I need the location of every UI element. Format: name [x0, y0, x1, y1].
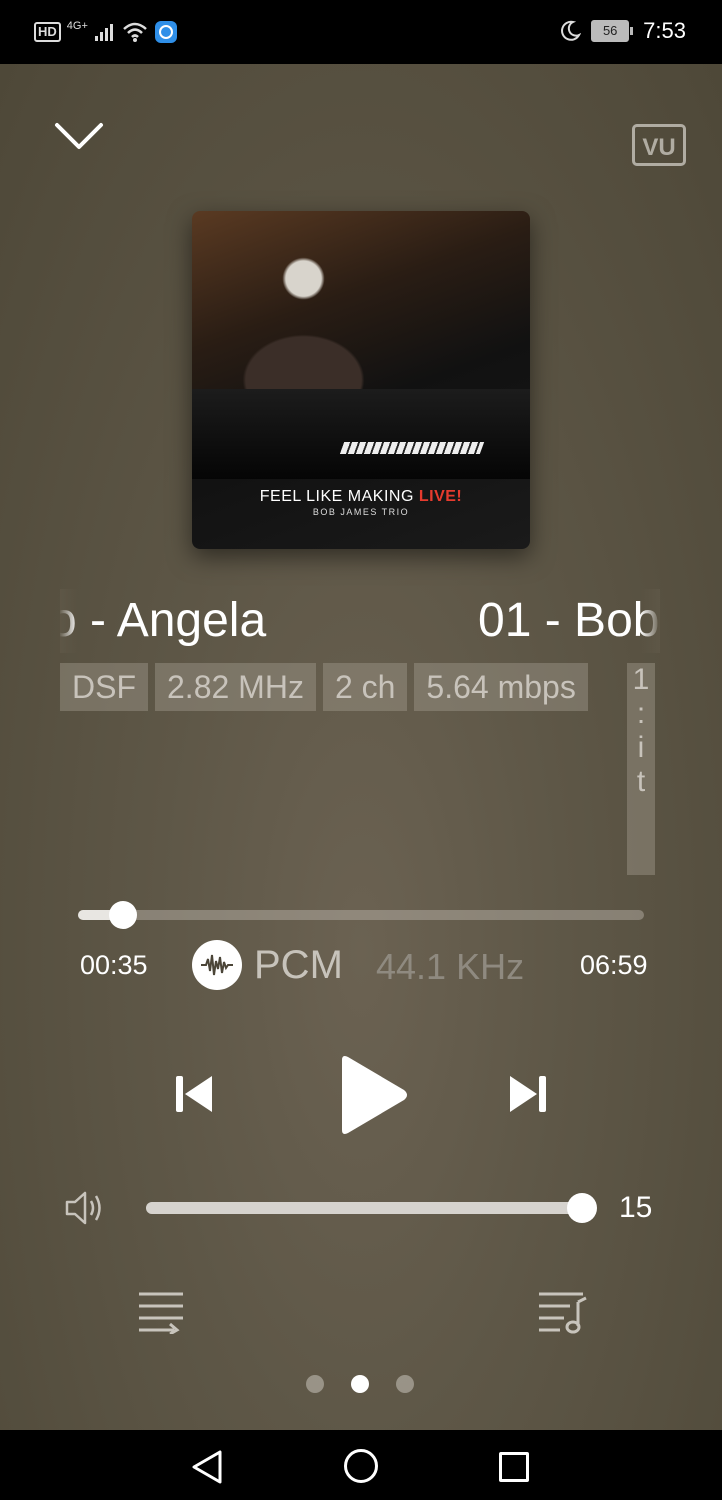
playlist-music-icon[interactable] [536, 1288, 588, 1334]
home-icon[interactable] [344, 1449, 378, 1483]
recent-apps-icon[interactable] [499, 1452, 529, 1482]
output-mode: PCM [192, 940, 343, 990]
app-notification-icon [154, 21, 177, 43]
output-sample-rate: 44.1 KHz [376, 946, 525, 987]
signal-icon [94, 24, 113, 41]
current-time: 00:35 [80, 950, 148, 980]
format-tag: 2 ch [322, 663, 408, 711]
hd-indicator: HD [34, 22, 61, 42]
track-title-marquee: o - Angela 01 - Bob [60, 589, 660, 653]
volume-level: 15 [619, 1191, 653, 1224]
seek-bar-thumb[interactable] [109, 901, 138, 929]
collapse-chevron-icon[interactable] [54, 122, 104, 152]
play-icon[interactable] [334, 1054, 410, 1136]
clock: 7:53 [643, 18, 686, 43]
back-icon[interactable] [190, 1449, 224, 1485]
volume-icon[interactable] [64, 1188, 108, 1228]
waveform-icon [192, 940, 242, 990]
album-cover: FEEL LIKE MAKING LIVE! BOB JAMES TRIO [192, 211, 530, 549]
battery-level: 56 [591, 20, 630, 42]
wifi-icon [123, 22, 147, 42]
vu-meter-button[interactable]: VU [632, 124, 686, 166]
duration: 06:59 [580, 950, 648, 980]
moon-icon [561, 20, 582, 41]
format-tag-overflow: 1 : i t [627, 663, 655, 875]
page-dot[interactable] [306, 1375, 324, 1393]
next-track-icon[interactable] [506, 1072, 550, 1116]
volume-slider[interactable] [146, 1193, 597, 1223]
volume-slider-thumb[interactable] [567, 1193, 597, 1223]
output-mode-label: PCM [254, 942, 343, 987]
volume-slider-fill [146, 1202, 582, 1214]
format-tag: DSF [60, 663, 148, 711]
queue-list-icon[interactable] [136, 1288, 186, 1334]
format-tags: DSF 2.82 MHz 2 ch 5.64 mbps [60, 663, 588, 711]
album-title: FEEL LIKE MAKING LIVE! [259, 488, 463, 505]
page-dot[interactable] [396, 1375, 414, 1393]
track-title-part1: o - Angela [60, 594, 267, 647]
format-tag: 5.64 mbps [414, 663, 588, 711]
battery-indicator: 56 [591, 20, 634, 42]
album-artist: BOB JAMES TRIO [312, 507, 410, 517]
page-dot[interactable] [351, 1375, 369, 1393]
page-indicator [306, 1375, 414, 1393]
track-title-part2: 01 - Bob [478, 594, 660, 647]
format-tag: 2.82 MHz [155, 663, 316, 711]
seek-bar[interactable] [78, 901, 644, 929]
previous-track-icon[interactable] [172, 1072, 216, 1116]
player-screen: VU FEEL LIKE MAKING LIVE! BOB JAMES TRIO… [0, 64, 722, 1430]
navigation-bar [0, 1430, 722, 1500]
network-type: 4G+ [66, 20, 88, 32]
status-bar: HD 4G+ 56 7:53 [0, 0, 722, 64]
